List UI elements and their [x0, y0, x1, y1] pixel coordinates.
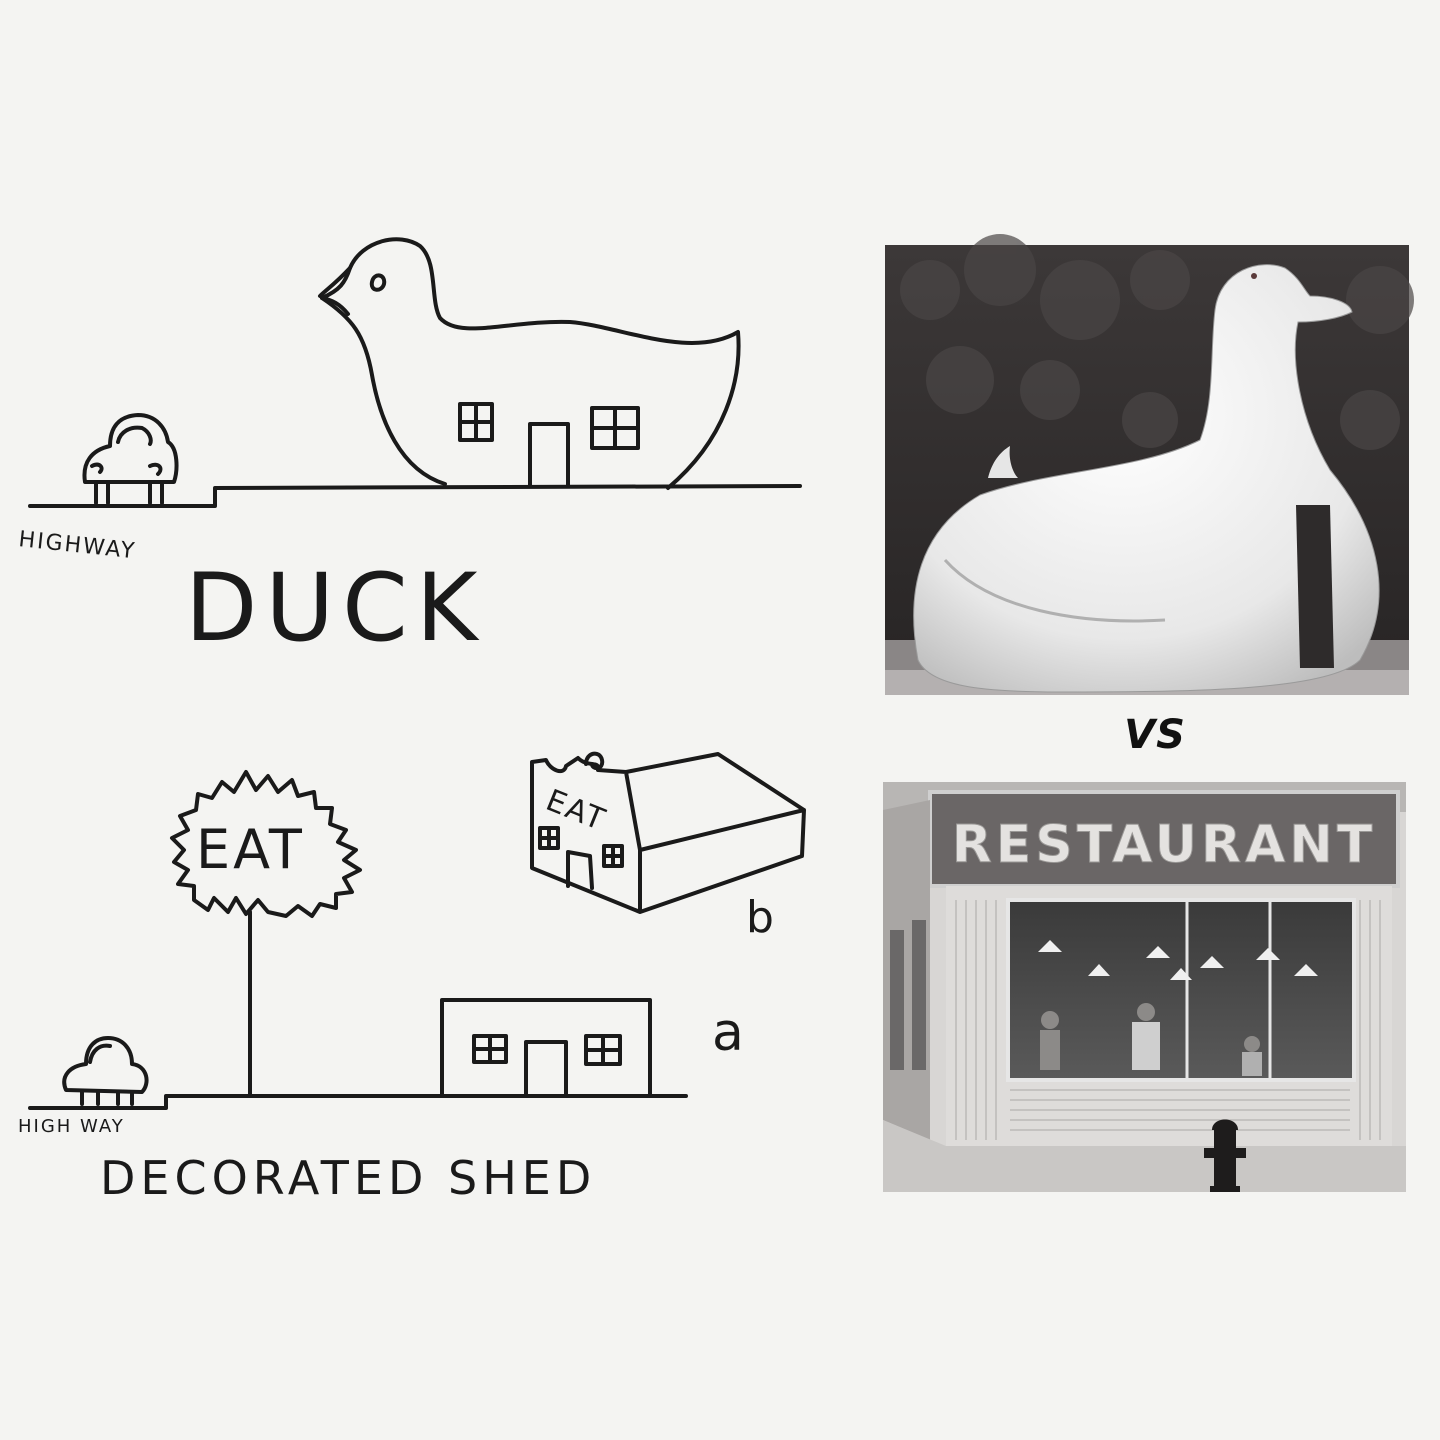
duck-ground-line [28, 484, 802, 508]
duck-statue-door [1296, 505, 1334, 668]
duck-window-left [458, 402, 494, 442]
comparison-label: VS [1124, 712, 1186, 758]
shed-ground-line [28, 1094, 688, 1110]
duck-door [528, 422, 570, 488]
box-building [530, 752, 806, 914]
roof-sign-text: EAT [541, 783, 611, 838]
duck-eye [369, 273, 387, 292]
duck-car-icon [82, 413, 179, 505]
shed-sketch [28, 751, 806, 1110]
box-ornament [584, 751, 605, 771]
restaurant-sign-text: RESTAURANT [952, 815, 1377, 875]
sign-text: EAT [196, 818, 305, 881]
shed-window-left [472, 1034, 508, 1064]
label-a: a [712, 1003, 744, 1063]
duck-window-right [590, 406, 640, 450]
duck-sketch [28, 237, 802, 508]
label-b: b [746, 892, 774, 943]
duck-statue-eye [1251, 273, 1257, 279]
shed-title: DECORATED SHED [100, 1151, 596, 1205]
duck-highway-label: HIGHWAY [17, 527, 137, 564]
duck-title: DUCK [185, 554, 485, 663]
shed-car-icon [62, 1036, 149, 1106]
diagram-canvas: HIGHWAY DUCK EAT EAT b a HIGH WAY DECORA… [17, 234, 1414, 1205]
duck-photo [885, 234, 1414, 695]
box-windows [538, 826, 624, 890]
shed-door [524, 1040, 568, 1096]
shed-window-right [584, 1034, 622, 1066]
shed-highway-label: HIGH WAY [18, 1116, 125, 1137]
